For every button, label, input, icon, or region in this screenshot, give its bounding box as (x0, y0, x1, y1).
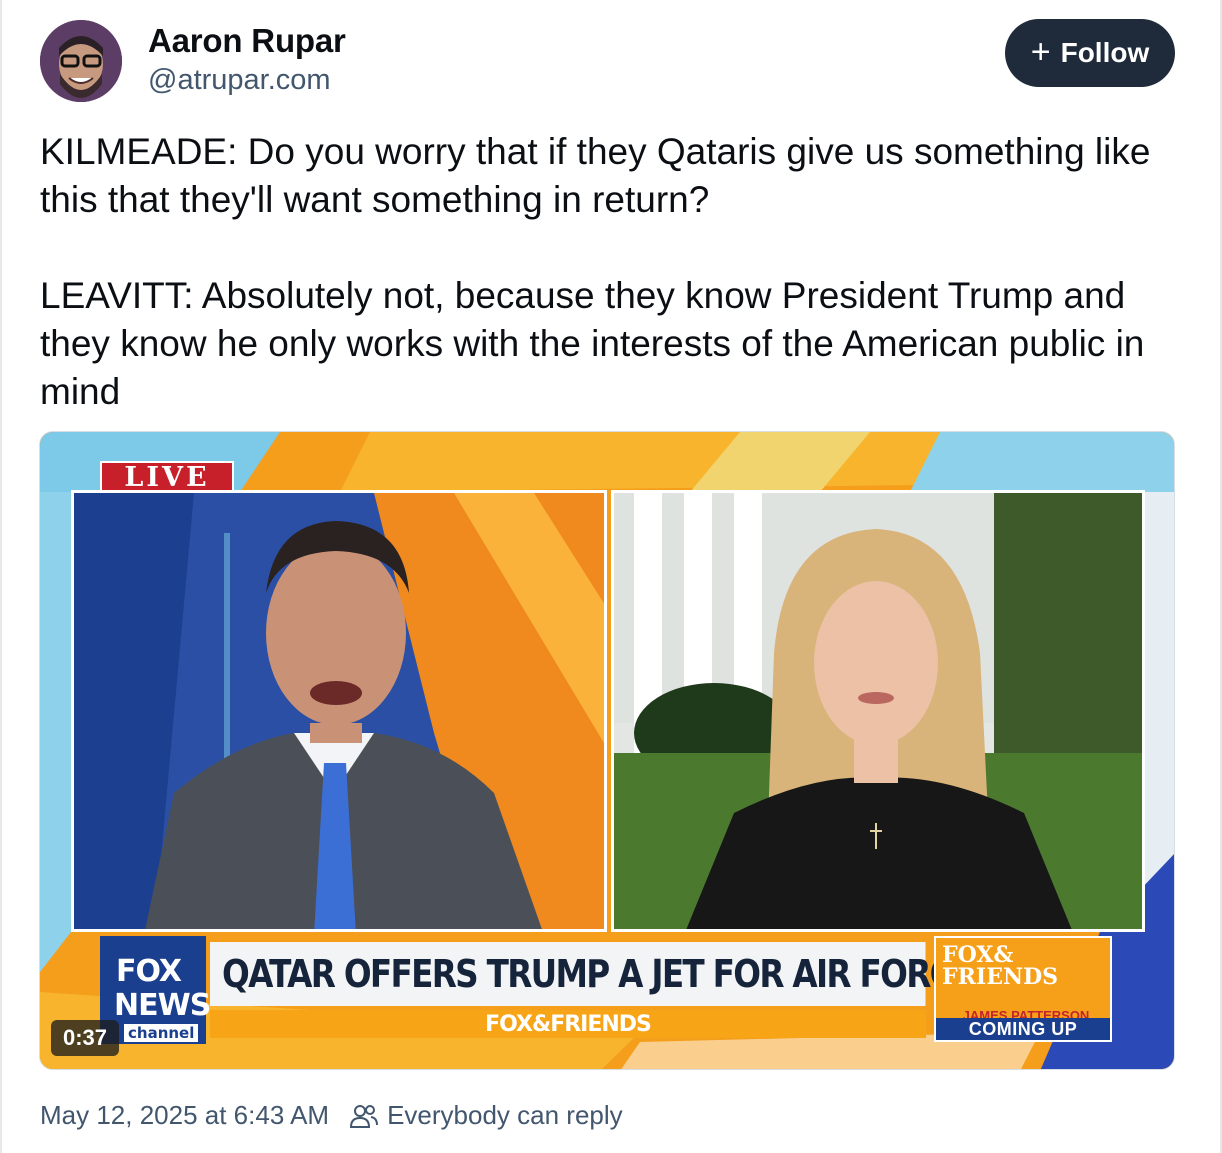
logo-line: NEWS (114, 988, 211, 1023)
post-paragraph: LEAVITT: Absolutely not, because they kn… (40, 275, 1145, 412)
post-footer: May 12, 2025 at 6:43 AM Everybody can re… (40, 1100, 623, 1131)
lower-third: FOX NEWS channel QATAR OFFERS TRUMP A JE… (100, 936, 1112, 1046)
logo-line: channel (124, 1024, 199, 1042)
video-panel-host (71, 490, 607, 932)
avatar-image (40, 20, 122, 102)
author-display-name[interactable]: Aaron Rupar (148, 22, 346, 60)
post-date[interactable]: May 12, 2025 at 6:43 AM (40, 1100, 329, 1131)
author-handle[interactable]: @atrupar.com (148, 64, 331, 97)
chyron-headline: QATAR OFFERS TRUMP A JET FOR AIR FORCE O… (210, 942, 1056, 1006)
chyron-ticker: FOX&FRIENDS (210, 1010, 926, 1038)
live-badge: LIVE (100, 461, 234, 493)
post-card: Aaron Rupar @atrupar.com + Follow KILMEA… (0, 0, 1222, 1153)
show-brand-line: FOX& (942, 942, 1014, 968)
show-brand-line: FRIENDS (942, 964, 1059, 990)
host-image (74, 493, 604, 929)
people-icon (350, 1104, 379, 1128)
post-paragraph: KILMEADE: Do you worry that if they Qata… (40, 131, 1151, 220)
author-avatar[interactable] (40, 20, 122, 102)
logo-line: FOX (116, 954, 182, 989)
promo-coming-up: COMING UP (936, 1018, 1110, 1040)
reply-setting[interactable]: Everybody can reply (387, 1100, 623, 1131)
video-player[interactable]: LIVE FOX NEWS channel QATAR OFFERS TRUMP… (39, 431, 1175, 1070)
show-brand: FOX& FRIENDS (942, 944, 1058, 988)
follow-button[interactable]: + Follow (1005, 19, 1175, 87)
guest-image (614, 493, 1142, 929)
follow-label: Follow (1060, 37, 1150, 68)
show-promo-box: FOX& FRIENDS JAMES PATTERSON COMING UP (934, 936, 1112, 1042)
video-panel-guest (611, 490, 1145, 932)
video-duration: 0:37 (51, 1020, 120, 1056)
post-text: KILMEADE: Do you worry that if they Qata… (40, 128, 1170, 416)
plus-icon: + (1030, 32, 1051, 71)
